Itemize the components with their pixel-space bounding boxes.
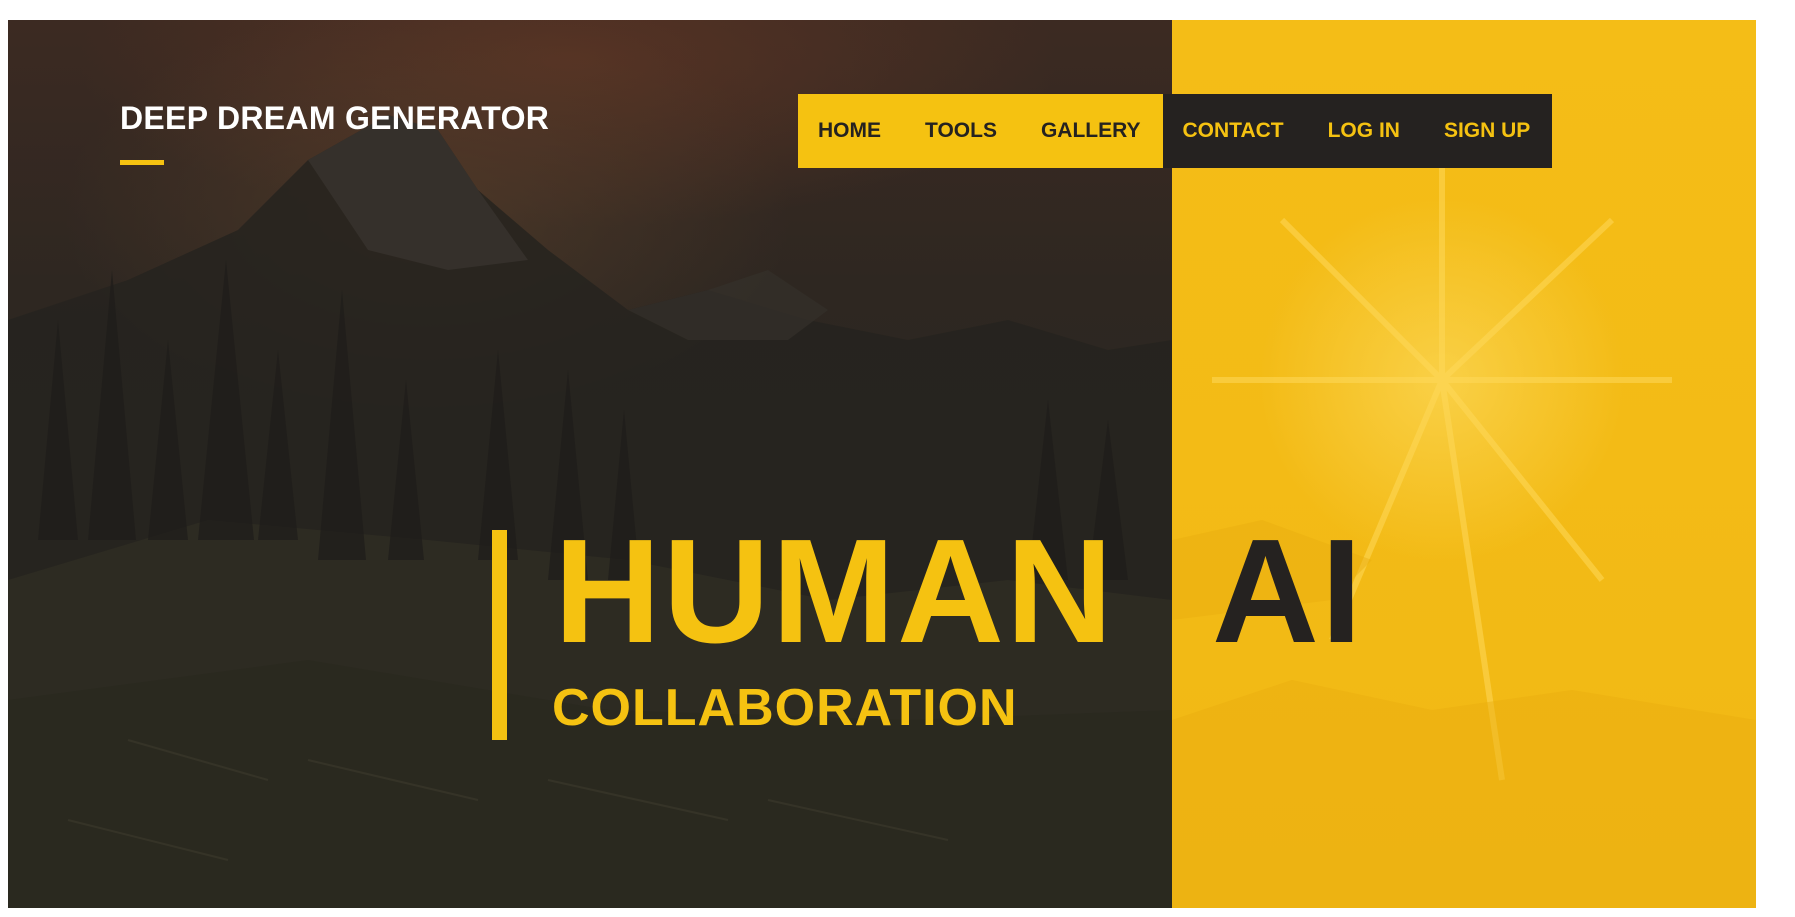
nav-item-login[interactable]: LOG IN [1328,119,1400,143]
headline-human: HUMAN [554,509,1115,674]
main-navigation: HOME TOOLS GALLERY CONTACT LOG IN SIGN U… [798,94,1553,168]
nav-group-primary: HOME TOOLS GALLERY [798,94,1163,168]
nav-item-contact[interactable]: CONTACT [1183,119,1284,143]
logo-underline-accent [120,160,164,165]
nav-item-home[interactable]: HOME [818,119,881,143]
headline-accent-bar [492,530,507,740]
nav-item-tools[interactable]: TOOLS [925,119,997,143]
headline-subtitle: COLLABORATION [552,679,1018,737]
nav-item-gallery[interactable]: GALLERY [1041,119,1141,143]
site-logo[interactable]: DEEP DREAM GENERATOR [120,100,549,137]
nav-item-signup[interactable]: SIGN UP [1444,119,1530,143]
nav-group-secondary: CONTACT LOG IN SIGN UP [1162,94,1553,168]
hero-section: DEEP DREAM GENERATOR HOME TOOLS GALLERY … [8,20,1756,908]
headline-ai: AI [1212,509,1364,674]
page: DEEP DREAM GENERATOR HOME TOOLS GALLERY … [0,0,1795,917]
